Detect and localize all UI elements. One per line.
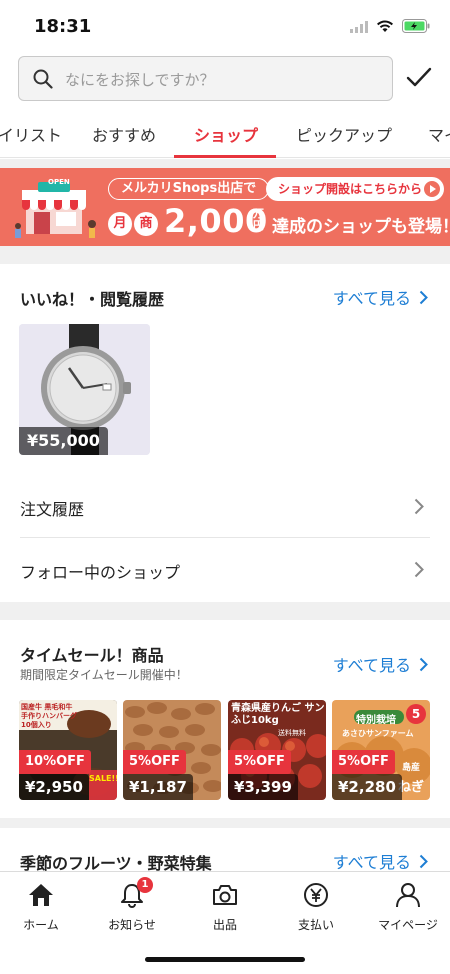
banner-month-1: 月 bbox=[108, 212, 132, 236]
sale-item-image-text: 国産牛 黒毛和牛 手作りハンバーグ 10個入り bbox=[21, 703, 77, 729]
sale-item-sub-text: 送料無料 bbox=[278, 729, 306, 737]
tabbar-home[interactable]: ホーム bbox=[0, 880, 86, 933]
section-title-likes-history: いいね！・閲覧履歴 bbox=[20, 290, 165, 309]
time-sale-see-all-link[interactable]: すべて見る bbox=[333, 652, 428, 676]
likes-see-all-link[interactable]: すべて見る bbox=[333, 285, 428, 309]
tab-mypage[interactable]: マイ bbox=[428, 122, 450, 146]
see-all-label: すべて見る bbox=[332, 289, 411, 308]
notification-badge: 1 bbox=[137, 877, 153, 893]
tabbar-sell-label: 出品 bbox=[212, 918, 237, 932]
search-row: なにをお探しですか？ bbox=[0, 56, 450, 104]
banner-headline: メルカリShops出店で bbox=[108, 178, 270, 200]
tabbar-payment-label: 支払い bbox=[297, 918, 334, 932]
status-bar: 18:31 bbox=[0, 0, 450, 50]
banner-rest: 達成のショップも登場！ bbox=[272, 217, 450, 237]
chevron-right-icon bbox=[419, 854, 428, 868]
sale-item-price: ¥1,187 bbox=[123, 774, 193, 800]
tab-shop[interactable]: ショップ bbox=[194, 122, 258, 146]
signal-icon bbox=[350, 18, 368, 37]
open-sign: OPEN bbox=[48, 178, 70, 186]
play-arrow-icon bbox=[424, 181, 441, 197]
chevron-right-icon bbox=[419, 657, 428, 671]
tabbar-notifications[interactable]: 1 お知らせ bbox=[87, 877, 177, 933]
search-icon bbox=[33, 69, 53, 89]
sale-item-peanuts[interactable]: 5%OFF ¥1,187 bbox=[123, 700, 221, 800]
history-item-watch[interactable]: ¥55,000 bbox=[19, 324, 150, 455]
banner-cta-label: ショップ開設はこちらから bbox=[278, 182, 423, 196]
history-item-price: ¥55,000 bbox=[19, 427, 108, 455]
search-placeholder: なにをお探しですか？ bbox=[65, 71, 215, 89]
sale-item-price: ¥2,950 bbox=[19, 774, 89, 800]
sale-item-tag-2: ねぎ bbox=[398, 780, 425, 795]
tabbar-notifications-label: お知らせ bbox=[108, 918, 156, 932]
divider bbox=[0, 818, 450, 828]
order-history-label: 注文履歴 bbox=[20, 500, 85, 519]
following-shops-row[interactable]: フォロー中のショップ bbox=[20, 539, 430, 601]
see-all-label: すべて見る bbox=[332, 656, 411, 675]
home-icon bbox=[29, 884, 53, 906]
chevron-right-icon bbox=[414, 498, 424, 515]
person-icon bbox=[396, 883, 420, 908]
time-sale-subtitle: 期間限定タイムセール開催中！ bbox=[20, 668, 188, 682]
checkmark-icon[interactable] bbox=[406, 66, 432, 92]
home-indicator[interactable] bbox=[145, 957, 305, 962]
status-icons bbox=[350, 18, 430, 37]
tab-pickup[interactable]: ピックアップ bbox=[296, 122, 392, 146]
tab-illist[interactable]: イリスト bbox=[0, 122, 62, 146]
banner-cta-button[interactable]: ショップ開設はこちらから bbox=[266, 177, 445, 201]
sale-item-discount: 5%OFF bbox=[123, 750, 186, 774]
status-time: 18:31 bbox=[34, 16, 92, 37]
tabbar-sell[interactable]: 出品 bbox=[180, 880, 270, 933]
camera-icon bbox=[213, 885, 237, 905]
shops-promo-banner[interactable]: OPEN メルカリShops出店で ショップ開設はこちらから 月 商 2,000… bbox=[0, 168, 450, 246]
sale-item-tag-1: 島産 bbox=[402, 763, 421, 773]
yen-icon bbox=[304, 883, 328, 907]
sale-item-discount: 5%OFF bbox=[332, 750, 395, 774]
sale-item-hamburger[interactable]: 国産牛 黒毛和牛 手作りハンバーグ 10個入り SALE!! 10%OFF ¥2… bbox=[19, 700, 117, 800]
divider bbox=[0, 246, 450, 264]
divider bbox=[0, 602, 450, 620]
order-history-row[interactable]: 注文履歴 bbox=[20, 476, 430, 538]
sale-item-price: ¥2,280 bbox=[332, 774, 402, 800]
battery-icon bbox=[402, 18, 430, 37]
sale-item-discount: 10%OFF bbox=[19, 750, 91, 774]
sale-item-image-text: 青森県産りんご サンふじ10kg bbox=[231, 703, 325, 726]
tabbar-mypage[interactable]: マイページ bbox=[363, 880, 450, 933]
tabbar-home-label: ホーム bbox=[23, 918, 59, 932]
sale-item-image-text: 特別栽培 bbox=[356, 715, 396, 726]
tab-bar-top: イリスト おすすめ ショップ ピックアップ マイ bbox=[0, 112, 450, 158]
tab-recommended[interactable]: おすすめ bbox=[92, 122, 156, 146]
wifi-icon bbox=[376, 18, 394, 37]
sale-item-discount: 5%OFF bbox=[228, 750, 291, 774]
divider bbox=[0, 159, 450, 168]
sale-item-price: ¥3,399 bbox=[228, 774, 298, 800]
seasonal-see-all-link[interactable]: すべて見る bbox=[333, 849, 428, 873]
sale-item-badge: 5 bbox=[406, 704, 426, 724]
chevron-right-icon bbox=[414, 561, 424, 578]
banner-month-2: 商 bbox=[134, 212, 158, 236]
section-title-time-sale: タイムセール！商品 bbox=[20, 646, 164, 665]
banner-unit: 万円 bbox=[253, 207, 264, 232]
following-shops-label: フォロー中のショップ bbox=[20, 563, 181, 582]
active-tab-indicator bbox=[174, 155, 276, 158]
sale-item-sub-text: あさひサンファーム bbox=[342, 729, 414, 738]
see-all-label: すべて見る bbox=[332, 853, 411, 872]
tabbar-mypage-label: マイページ bbox=[378, 918, 438, 932]
tabbar-payment[interactable]: 支払い bbox=[271, 880, 361, 933]
sale-item-sale-text: SALE!! bbox=[89, 774, 117, 783]
sale-item-apples[interactable]: 青森県産りんご サンふじ10kg 送料無料 5%OFF ¥3,399 bbox=[228, 700, 326, 800]
chevron-right-icon bbox=[419, 290, 428, 304]
search-input[interactable]: なにをお探しですか？ bbox=[18, 56, 393, 101]
sale-item-onions[interactable]: 特別栽培 あさひサンファーム 5 島産 ねぎ 5%OFF ¥2,280 bbox=[332, 700, 430, 800]
